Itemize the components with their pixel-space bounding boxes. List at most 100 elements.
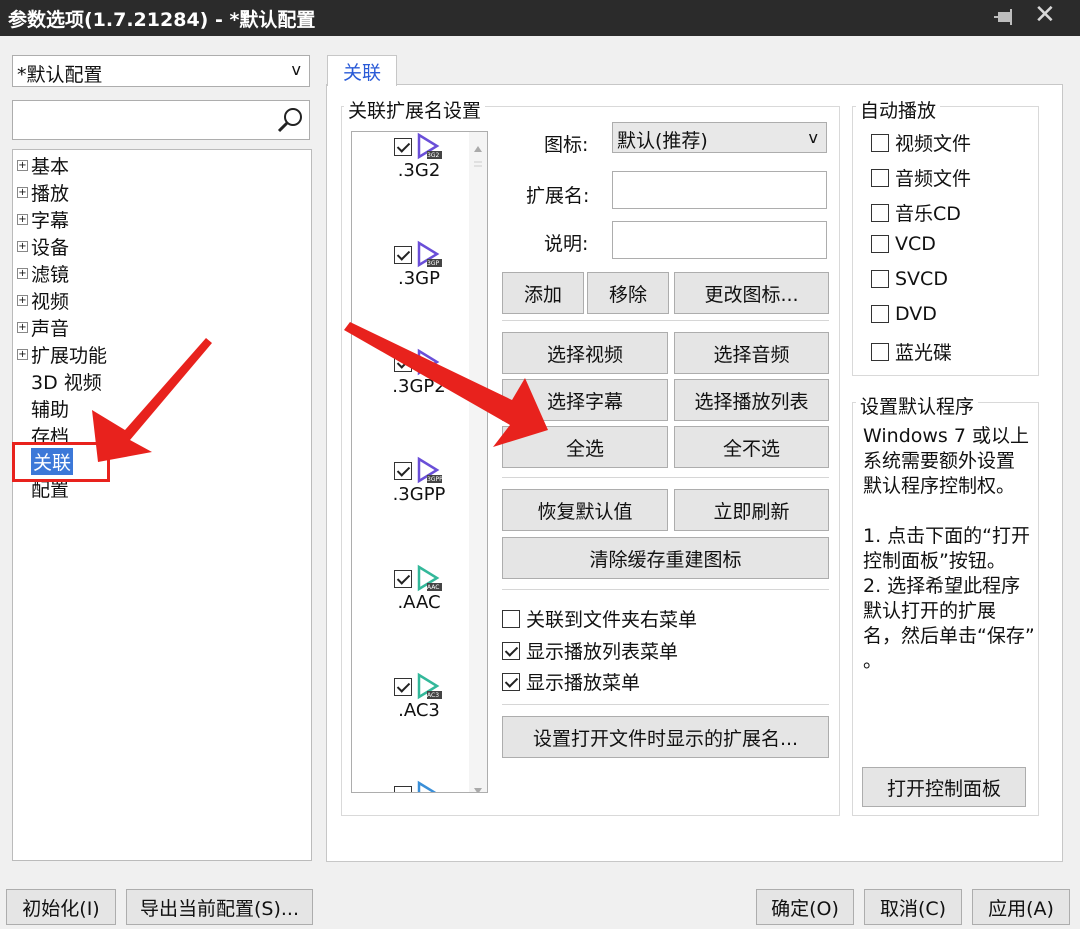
checkbox[interactable]	[502, 609, 520, 628]
search-icon[interactable]	[275, 105, 305, 140]
remove-button[interactable]: 移除	[587, 272, 669, 314]
extension-name: .3GP	[398, 268, 440, 289]
tree-item-audio[interactable]: + 声音	[17, 314, 69, 341]
tree-item-filter[interactable]: + 滤镜	[17, 260, 69, 287]
settings-tree[interactable]: + 基本 + 播放 + 字幕 + 设备 + 滤镜 + 视频 + 声音 + 扩展功能 3D 视频 …	[12, 149, 312, 861]
tree-expander[interactable]: +	[17, 187, 28, 198]
tree-item-assist[interactable]: 辅助	[17, 395, 69, 422]
select-none-button[interactable]: 全不选	[674, 426, 829, 468]
autoplay-vcd[interactable]: VCD	[871, 233, 936, 255]
autoplay-group-title: 自动播放	[856, 96, 941, 123]
annotation-highlight-box	[12, 442, 110, 482]
option-folder-context-menu[interactable]: 关联到文件夹右菜单	[502, 605, 697, 632]
extension-name-input[interactable]	[612, 171, 827, 209]
checkbox[interactable]	[871, 203, 889, 222]
checkbox[interactable]	[871, 342, 889, 361]
extension-checkbox[interactable]	[394, 462, 412, 480]
extension-list[interactable]: 3G2 .3G2 3GP .3GP 3GP2 .3GP2 3GPP .3GPP …	[351, 131, 488, 793]
checkbox[interactable]	[871, 133, 889, 152]
option-label: 音频文件	[895, 168, 972, 190]
extension-name: .AAC	[397, 592, 441, 613]
title-bar: 参数选项(1.7.21284) - *默认配置 ✕	[0, 0, 1080, 36]
change-icon-button[interactable]: 更改图标...	[674, 272, 829, 314]
option-playlist-menu[interactable]: 显示播放列表菜单	[502, 637, 678, 664]
description-input[interactable]	[612, 221, 827, 259]
initialize-button[interactable]: 初始化(I)	[6, 889, 116, 925]
tree-expander[interactable]: +	[17, 160, 28, 171]
option-label: DVD	[895, 303, 937, 325]
select-subtitle-button[interactable]: 选择字幕	[502, 379, 668, 421]
clear-cache-button[interactable]: 清除缓存重建图标	[502, 537, 829, 579]
autoplay-bluray[interactable]: 蓝光碟	[871, 338, 952, 365]
open-control-panel-button[interactable]: 打开控制面板	[862, 767, 1026, 807]
select-audio-button[interactable]: 选择音频	[674, 332, 829, 374]
extension-checkbox[interactable]	[394, 354, 412, 372]
apply-button[interactable]: 应用(A)	[972, 889, 1070, 925]
association-group-title: 关联扩展名设置	[344, 96, 486, 123]
autoplay-audio-files[interactable]: 音频文件	[871, 164, 971, 191]
tree-expander[interactable]: +	[17, 214, 28, 225]
scroll-down-icon[interactable]	[473, 778, 483, 792]
tree-item-video[interactable]: + 视频	[17, 287, 69, 314]
cancel-button[interactable]: 取消(C)	[864, 889, 962, 925]
extension-badge: AC3	[427, 692, 440, 699]
tree-item-device[interactable]: + 设备	[17, 233, 69, 260]
extension-checkbox[interactable]	[394, 786, 412, 792]
vertical-scrollbar[interactable]	[469, 132, 487, 792]
close-icon[interactable]: ✕	[1034, 0, 1056, 30]
restore-default-button[interactable]: 恢复默认值	[502, 489, 668, 531]
select-all-button[interactable]: 全选	[502, 426, 668, 468]
tree-expander[interactable]: +	[17, 322, 28, 333]
tree-item-label: 3D 视频	[31, 372, 102, 394]
option-label: 视频文件	[895, 133, 972, 155]
extension-name: .3GP2	[392, 376, 446, 397]
checkbox[interactable]	[502, 641, 520, 660]
select-playlist-button[interactable]: 选择播放列表	[674, 379, 829, 421]
tree-item-extensions[interactable]: + 扩展功能	[17, 341, 107, 368]
extension-checkbox[interactable]	[394, 138, 412, 156]
tree-expander[interactable]: +	[17, 241, 28, 252]
checkbox[interactable]	[871, 305, 889, 323]
pin-icon[interactable]	[990, 4, 1016, 30]
checkbox[interactable]	[871, 270, 889, 288]
tree-item-3d-video[interactable]: 3D 视频	[17, 368, 102, 395]
autoplay-svcd[interactable]: SVCD	[871, 268, 948, 290]
autoplay-dvd[interactable]: DVD	[871, 303, 937, 325]
set-open-extensions-button[interactable]: 设置打开文件时显示的扩展名...	[502, 716, 829, 758]
autoplay-video-files[interactable]: 视频文件	[871, 129, 971, 156]
scroll-thumb[interactable]	[472, 154, 484, 178]
extension-checkbox[interactable]	[394, 246, 412, 264]
select-video-button[interactable]: 选择视频	[502, 332, 668, 374]
tree-item-basic[interactable]: + 基本	[17, 152, 69, 179]
extension-name: .AC3	[398, 700, 440, 721]
tab-association[interactable]: 关联	[327, 55, 397, 86]
option-label: SVCD	[895, 268, 948, 290]
tree-expander[interactable]: +	[17, 349, 28, 360]
tree-expander[interactable]: +	[17, 268, 28, 279]
option-label: 蓝光碟	[895, 342, 953, 364]
autoplay-music-cd[interactable]: 音乐CD	[871, 199, 961, 226]
profile-select[interactable]: *默认配置 v	[12, 55, 310, 87]
add-button[interactable]: 添加	[502, 272, 584, 314]
tree-item-label: 声音	[31, 318, 70, 340]
icon-select[interactable]: 默认(推荐) v	[612, 122, 827, 153]
checkbox[interactable]	[871, 235, 889, 253]
extension-badge: 3GP2	[427, 368, 443, 375]
extension-checkbox[interactable]	[394, 678, 412, 696]
refresh-now-button[interactable]: 立即刷新	[674, 489, 829, 531]
tree-expander[interactable]: +	[17, 295, 28, 306]
extension-badge: 3GP	[427, 260, 440, 267]
extension-badge: 3GPP	[427, 476, 443, 483]
export-config-button[interactable]: 导出当前配置(S)...	[126, 889, 313, 925]
tree-item-playback[interactable]: + 播放	[17, 179, 69, 206]
extension-checkbox[interactable]	[394, 570, 412, 588]
option-play-menu[interactable]: 显示播放菜单	[502, 668, 640, 695]
search-input[interactable]	[12, 100, 310, 140]
tree-item-subtitle[interactable]: + 字幕	[17, 206, 69, 233]
ok-button[interactable]: 确定(O)	[756, 889, 854, 925]
tree-item-label: 设备	[31, 237, 70, 259]
checkbox[interactable]	[502, 672, 520, 691]
default-program-group-title: 设置默认程序	[856, 392, 979, 419]
option-label: VCD	[895, 233, 936, 255]
checkbox[interactable]	[871, 168, 889, 187]
